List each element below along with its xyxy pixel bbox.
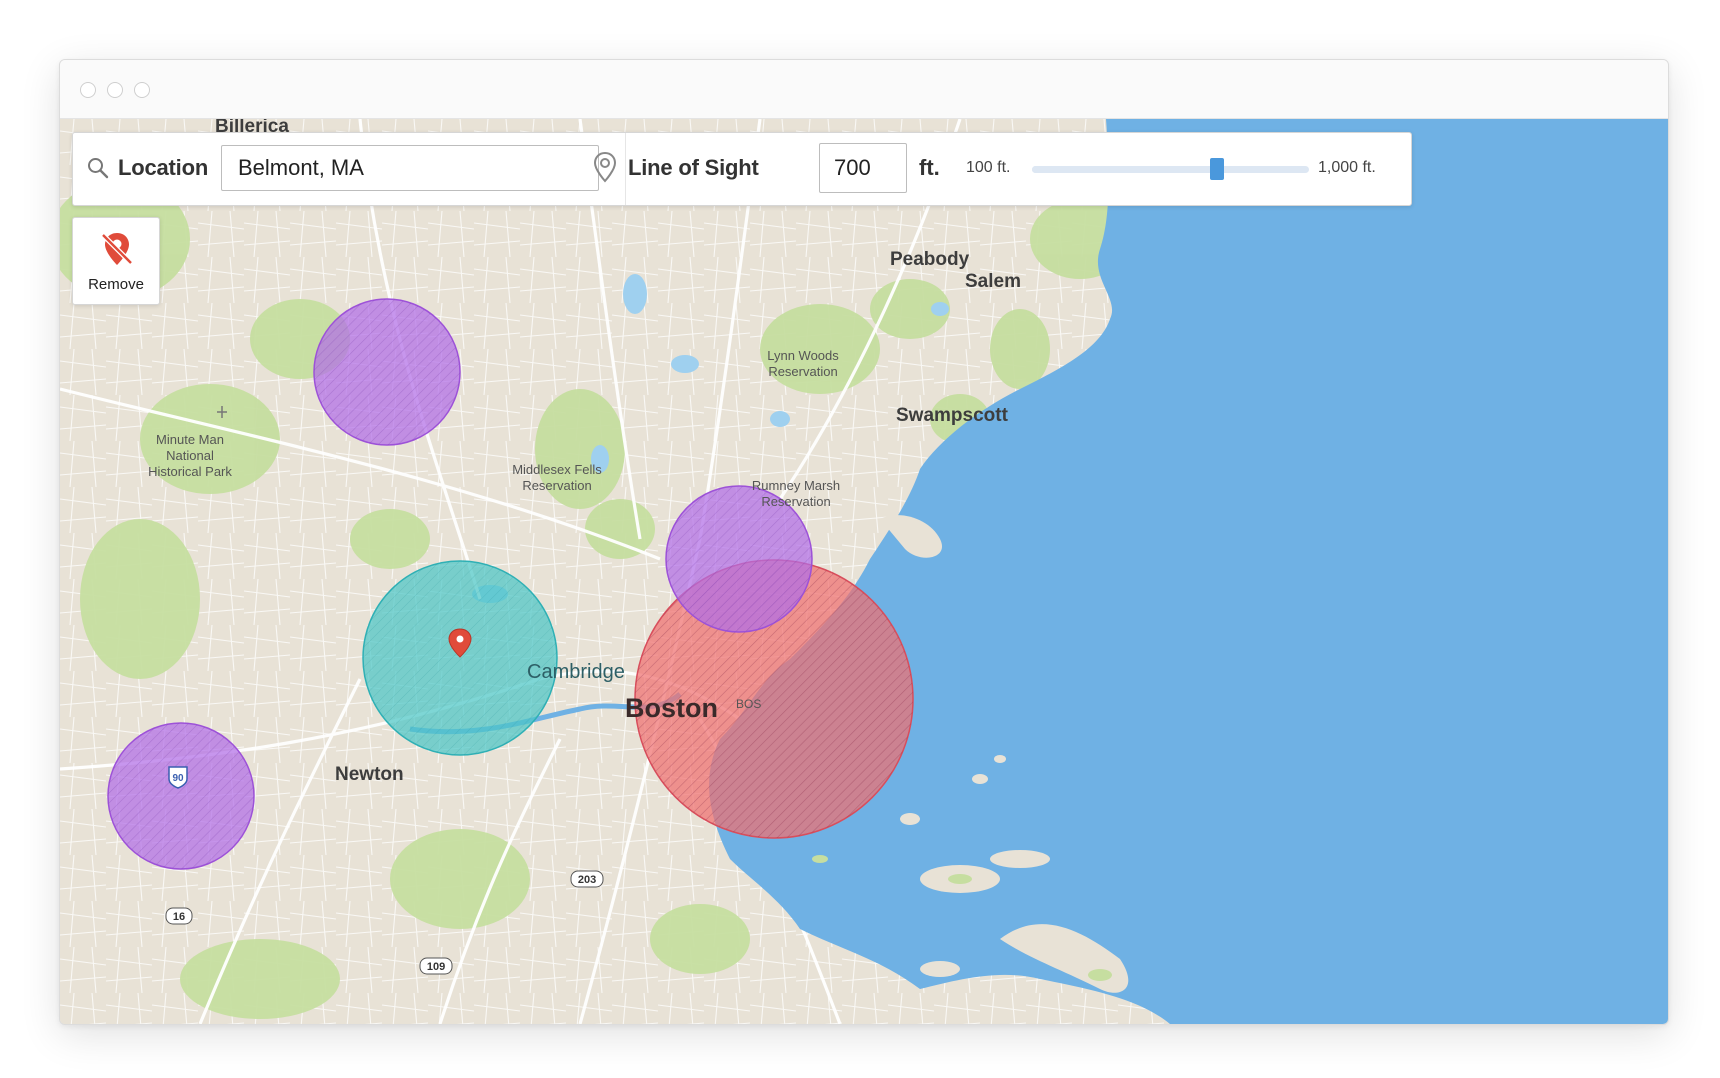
route-shield-16: 16 — [165, 907, 193, 925]
search-icon — [88, 158, 109, 179]
zone-circle-cyan-belmont[interactable] — [362, 560, 558, 756]
window-titlebar — [60, 60, 1668, 119]
place-swampscott: Swampscott — [896, 405, 1009, 426]
line-of-sight-input[interactable] — [819, 143, 907, 193]
unit-label: ft. — [919, 155, 940, 180]
map-canvas[interactable]: 90 16 203 109 Billerica Peabody Salem Sw… — [60, 119, 1668, 1024]
line-of-sight-slider[interactable] — [1032, 158, 1309, 180]
route-shield-109: 109 — [419, 957, 453, 975]
range-min-label: 100 ft. — [966, 159, 1011, 176]
place-cambridge: Cambridge — [527, 661, 625, 683]
location-label: Location — [118, 155, 209, 180]
place-middlesex-1: Middlesex Fells — [512, 462, 602, 477]
route-shield-203: 203 — [570, 870, 604, 888]
location-input[interactable] — [221, 145, 599, 191]
route-shield-i90: 90 — [168, 766, 188, 789]
place-lynn-woods-2: Reservation — [768, 364, 837, 379]
place-bos-airport: BOS — [736, 697, 761, 711]
minimize-window-button[interactable] — [107, 82, 123, 98]
place-minute-man-1: Minute Man — [156, 432, 224, 447]
map-toolbar: Location Line of Sight ft. 100 ft. 1,000… — [72, 132, 1412, 206]
place-newton: Newton — [335, 764, 404, 785]
place-minute-man-2: National — [166, 448, 214, 463]
range-max-label: 1,000 ft. — [1318, 159, 1376, 176]
svg-text:90: 90 — [172, 773, 184, 784]
slider-fill — [1032, 166, 1217, 173]
remove-button-label: Remove — [88, 276, 144, 293]
svg-text:16: 16 — [173, 911, 185, 923]
line-of-sight-label: Line of Sight — [628, 155, 759, 180]
place-rumney-2: Reservation — [761, 494, 830, 509]
remove-button[interactable]: Remove — [72, 217, 160, 305]
place-peabody: Peabody — [890, 249, 970, 270]
map-pin-outline-icon — [593, 151, 617, 183]
zone-circle-purple-north[interactable] — [313, 298, 461, 446]
place-middlesex-2: Reservation — [522, 478, 591, 493]
close-window-button[interactable] — [80, 82, 96, 98]
app-window: 90 16 203 109 Billerica Peabody Salem Sw… — [59, 59, 1669, 1025]
place-lynn-woods-1: Lynn Woods — [767, 348, 839, 363]
slider-thumb[interactable] — [1209, 158, 1224, 180]
place-boston: Boston — [625, 693, 718, 723]
zone-circle-purple-west[interactable] — [107, 722, 255, 870]
remove-pin-icon — [101, 233, 133, 265]
place-minute-man-3: Historical Park — [148, 464, 232, 479]
toolbar-divider — [625, 133, 626, 205]
svg-text:109: 109 — [427, 961, 445, 973]
map-view[interactable]: 90 16 203 109 Billerica Peabody Salem Sw… — [60, 119, 1668, 1024]
svg-text:203: 203 — [578, 874, 596, 886]
place-salem: Salem — [965, 271, 1021, 292]
place-rumney-1: Rumney Marsh — [752, 478, 840, 493]
zoom-window-button[interactable] — [134, 82, 150, 98]
